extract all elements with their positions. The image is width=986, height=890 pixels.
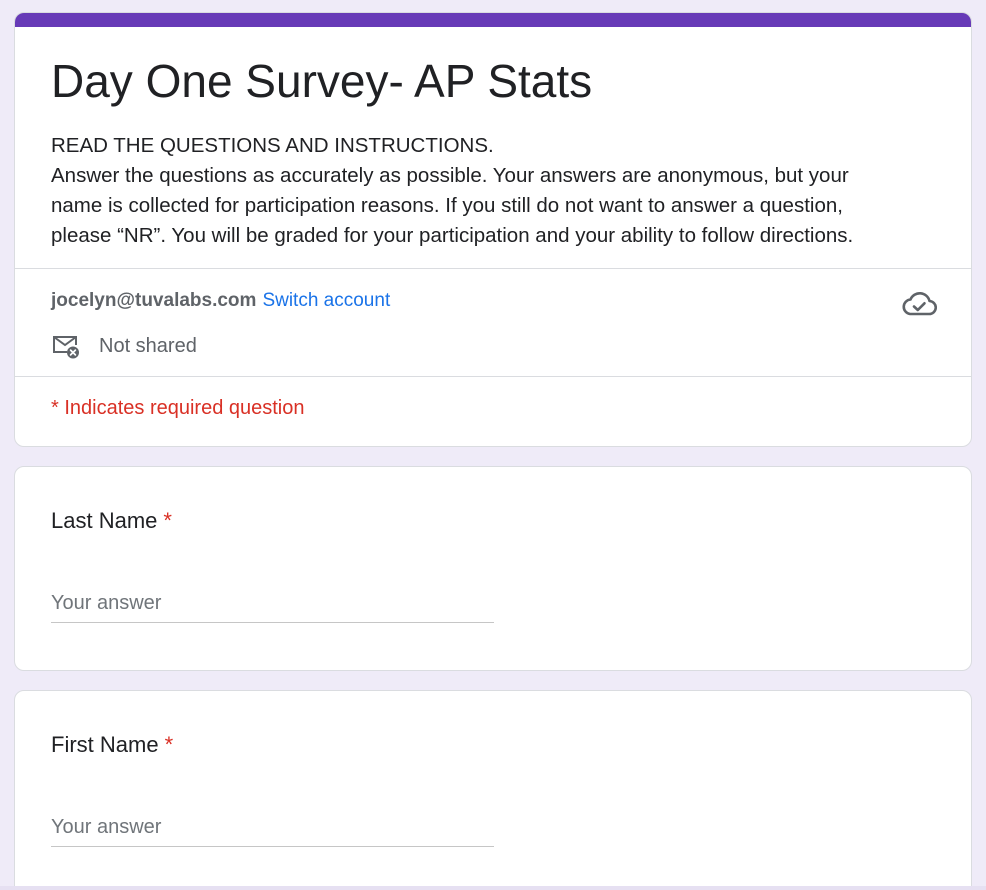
account-email: jocelyn@tuvalabs.com (51, 290, 257, 311)
mail-not-shared-icon (53, 336, 79, 359)
question-title: First Name * (51, 731, 173, 759)
question-label: Last Name (51, 508, 158, 533)
sharing-status-text: Not shared (99, 334, 197, 357)
header-divider (15, 268, 971, 269)
question-card-last-name: Last Name * (14, 466, 972, 671)
switch-account-link[interactable]: Switch account (262, 290, 390, 311)
page-bottom-edge (0, 886, 986, 890)
first-name-input[interactable] (51, 809, 494, 847)
form-description-line: Answer the questions as accurately as po… (51, 164, 849, 187)
form-description-line: name is collected for participation reas… (51, 194, 843, 217)
form-title: Day One Survey- AP Stats (51, 55, 593, 107)
required-question-note: * Indicates required question (51, 397, 305, 419)
cloud-saved-icon[interactable] (901, 289, 937, 319)
question-card-first-name: First Name * (14, 690, 972, 890)
last-name-input[interactable] (51, 585, 494, 623)
form-page: Day One Survey- AP Stats READ THE QUESTI… (0, 0, 986, 890)
required-asterisk: * (164, 732, 174, 757)
question-title: Last Name * (51, 507, 172, 535)
form-description-line: please “NR”. You will be graded for your… (51, 224, 854, 247)
form-header-card: Day One Survey- AP Stats READ THE QUESTI… (14, 12, 972, 447)
question-label: First Name (51, 732, 159, 757)
header-accent-bar (15, 13, 971, 27)
sharing-status: Not shared (51, 331, 197, 361)
account-divider (15, 376, 971, 377)
required-asterisk: * (163, 508, 172, 533)
form-description-line: READ THE QUESTIONS AND INSTRUCTIONS. (51, 134, 494, 157)
account-info: jocelyn@tuvalabs.com Switch account (51, 289, 390, 313)
form-description: READ THE QUESTIONS AND INSTRUCTIONS. Ans… (51, 131, 941, 251)
